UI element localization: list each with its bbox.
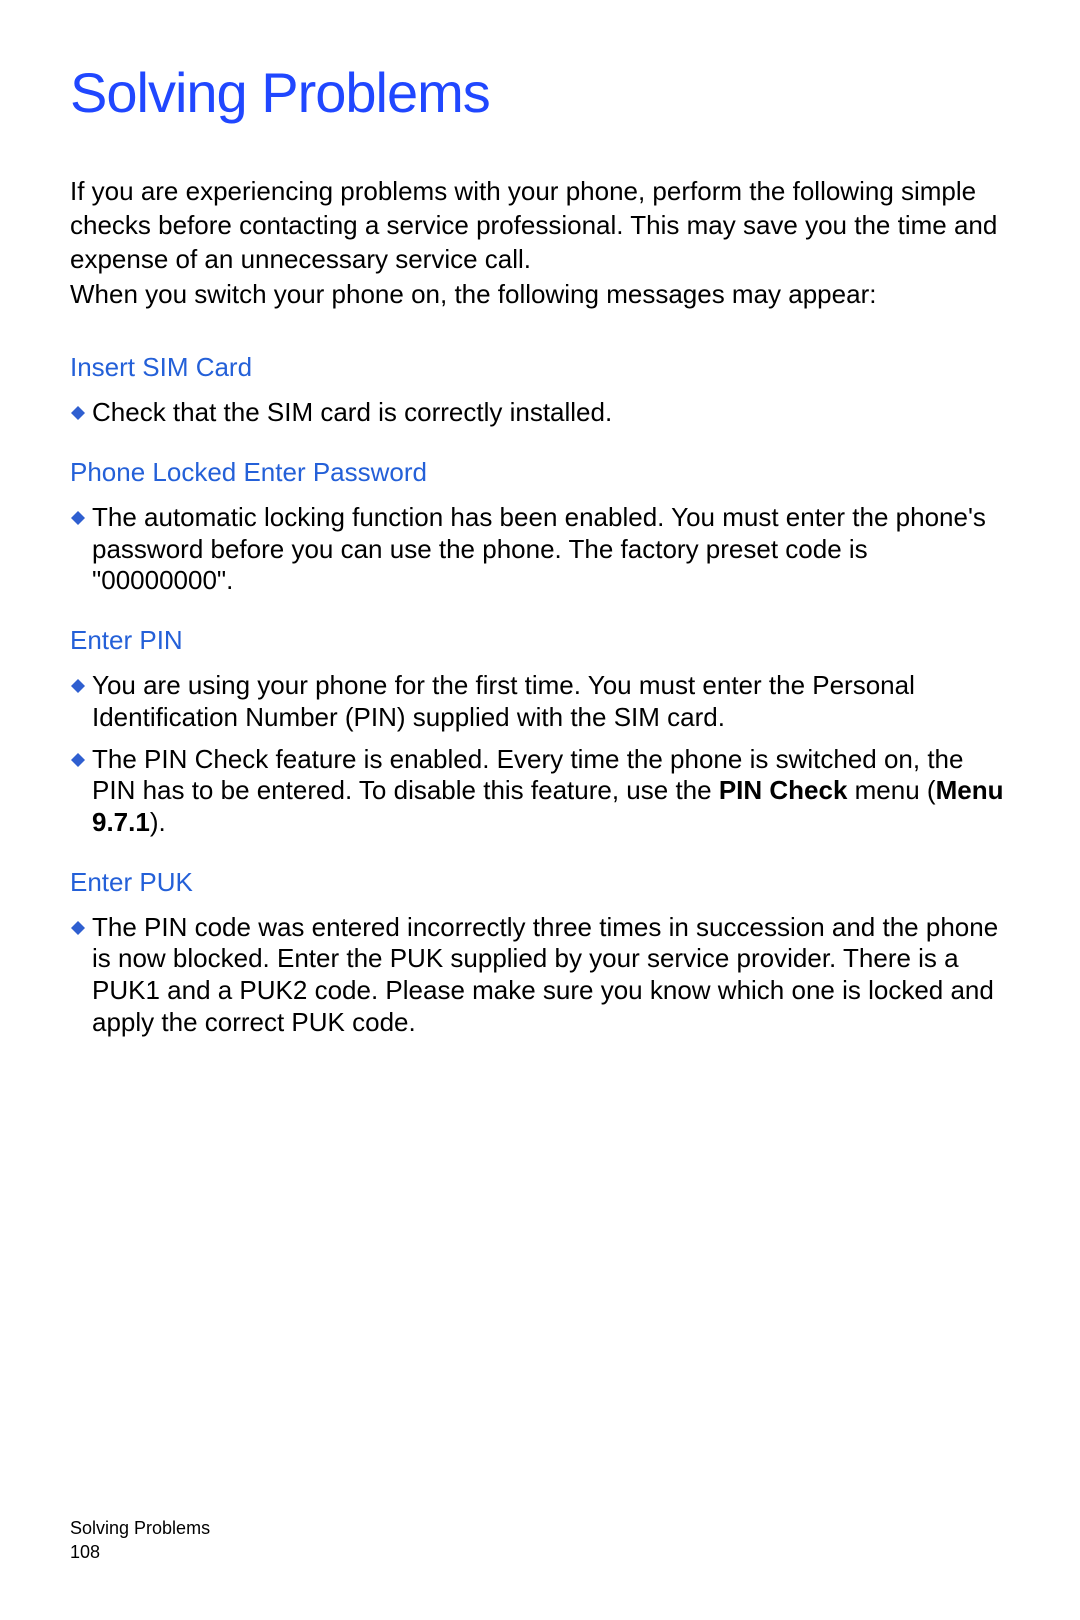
bullet-text: The automatic locking function has been … [92,502,1010,597]
section-heading: Phone Locked Enter Password [70,457,1010,488]
list-item: The automatic locking function has been … [70,502,1010,597]
list-item: The PIN Check feature is enabled. Every … [70,744,1010,839]
section-insert-sim: Insert SIM Card Check that the SIM card … [70,352,1010,429]
diamond-bullet-icon [70,752,86,768]
footer-section-title: Solving Problems [70,1517,210,1540]
page-title: Solving Problems [70,60,1010,125]
section-heading: Enter PIN [70,625,1010,656]
section-heading: Insert SIM Card [70,352,1010,383]
list-item: You are using your phone for the first t… [70,670,1010,733]
intro-block: If you are experiencing problems with yo… [70,175,1010,312]
page-footer: Solving Problems 108 [70,1517,210,1564]
diamond-bullet-icon [70,510,86,526]
bullet-text: The PIN code was entered incorrectly thr… [92,912,1010,1039]
section-phone-locked: Phone Locked Enter Password The automati… [70,457,1010,597]
intro-paragraph-2: When you switch your phone on, the follo… [70,278,1010,312]
diamond-bullet-icon [70,678,86,694]
list-item: The PIN code was entered incorrectly thr… [70,912,1010,1039]
section-enter-pin: Enter PIN You are using your phone for t… [70,625,1010,839]
intro-paragraph-1: If you are experiencing problems with yo… [70,175,1010,276]
footer-page-number: 108 [70,1541,210,1564]
section-enter-puk: Enter PUK The PIN code was entered incor… [70,867,1010,1039]
diamond-bullet-icon [70,920,86,936]
bullet-text: You are using your phone for the first t… [92,670,1010,733]
section-heading: Enter PUK [70,867,1010,898]
list-item: Check that the SIM card is correctly ins… [70,397,1010,429]
bullet-text: The PIN Check feature is enabled. Every … [92,744,1010,839]
bullet-text: Check that the SIM card is correctly ins… [92,397,612,429]
diamond-bullet-icon [70,405,86,421]
